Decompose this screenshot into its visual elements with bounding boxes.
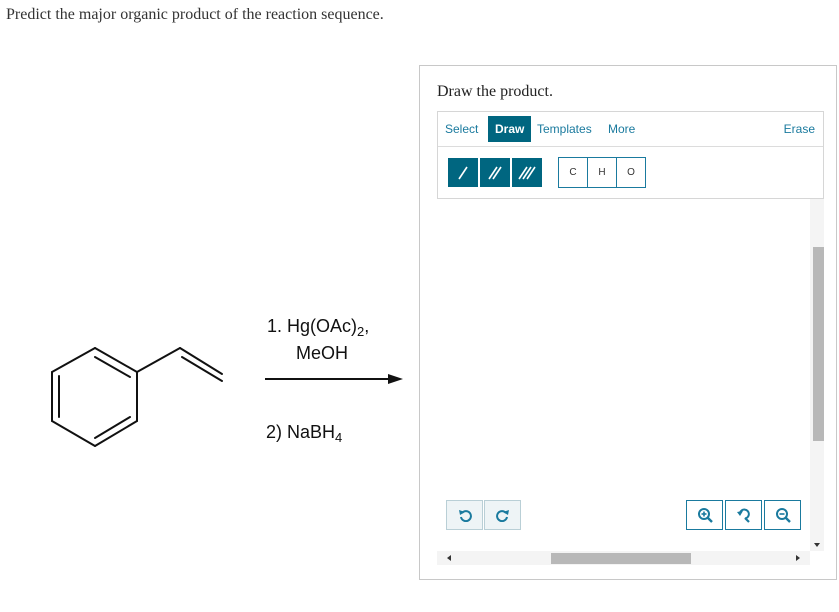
reaction-scheme [51,347,403,447]
vertical-scroll-thumb[interactable] [813,247,824,441]
menu-templates[interactable]: Templates [537,116,592,142]
single-bond-icon [458,166,468,179]
triple-bond-icon [518,166,536,179]
double-bond-icon [488,166,502,179]
styrene-structure [51,347,223,447]
reagent-step1-line1: 1. Hg(OAc)2, [267,316,370,339]
horizontal-scroll-thumb[interactable] [551,553,691,564]
sketcher-toolbar: Select Draw Templates More Erase C H O [437,111,824,199]
menu-select[interactable]: Select [445,116,478,142]
scroll-left-arrow-icon[interactable] [447,555,451,561]
zoom-in-icon [697,508,713,523]
scroll-down-arrow-icon[interactable] [814,543,820,547]
vertical-scrollbar[interactable] [810,199,824,551]
redo-button[interactable] [484,500,521,530]
atom-tools: C H O [558,157,646,188]
single-bond-button[interactable] [447,157,479,188]
horizontal-scrollbar[interactable] [437,551,810,565]
menu-row: Select Draw Templates More Erase [438,112,823,147]
ring-bond [51,420,96,447]
triple-bond-button[interactable] [511,157,543,188]
undo-button[interactable] [446,500,483,530]
zoom-in-button[interactable] [686,500,723,530]
ring-inner-bond [94,356,131,378]
menu-erase[interactable]: Erase [784,116,815,142]
undo-icon [458,510,472,522]
panel-title: Draw the product. [437,83,553,100]
reaction-arrow [265,374,403,384]
menu-more[interactable]: More [608,116,635,142]
drawing-panel: Draw the product. Select Draw Templates … [419,65,837,580]
atom-o-button[interactable]: O [616,157,646,188]
bond-tools [447,157,543,188]
reagent-step2: 2) NaBH4 [266,422,343,445]
double-bond-button[interactable] [479,157,511,188]
redo-icon [495,510,509,522]
drawing-canvas[interactable] [437,199,824,565]
vinyl-bond [136,347,181,373]
zoom-reset-button[interactable] [725,500,762,530]
atom-c-button[interactable]: C [558,157,588,188]
scroll-right-arrow-icon[interactable] [796,555,800,561]
zoom-out-icon [775,508,791,523]
zoom-reset-icon [736,508,750,523]
reagent-step1-line2: MeOH [296,343,349,363]
atom-h-button[interactable]: H [587,157,617,188]
zoom-out-button[interactable] [764,500,801,530]
ring-bond [51,347,96,373]
vinyl-bond [179,347,223,375]
arrow-head [388,374,403,384]
menu-draw[interactable]: Draw [488,116,532,142]
